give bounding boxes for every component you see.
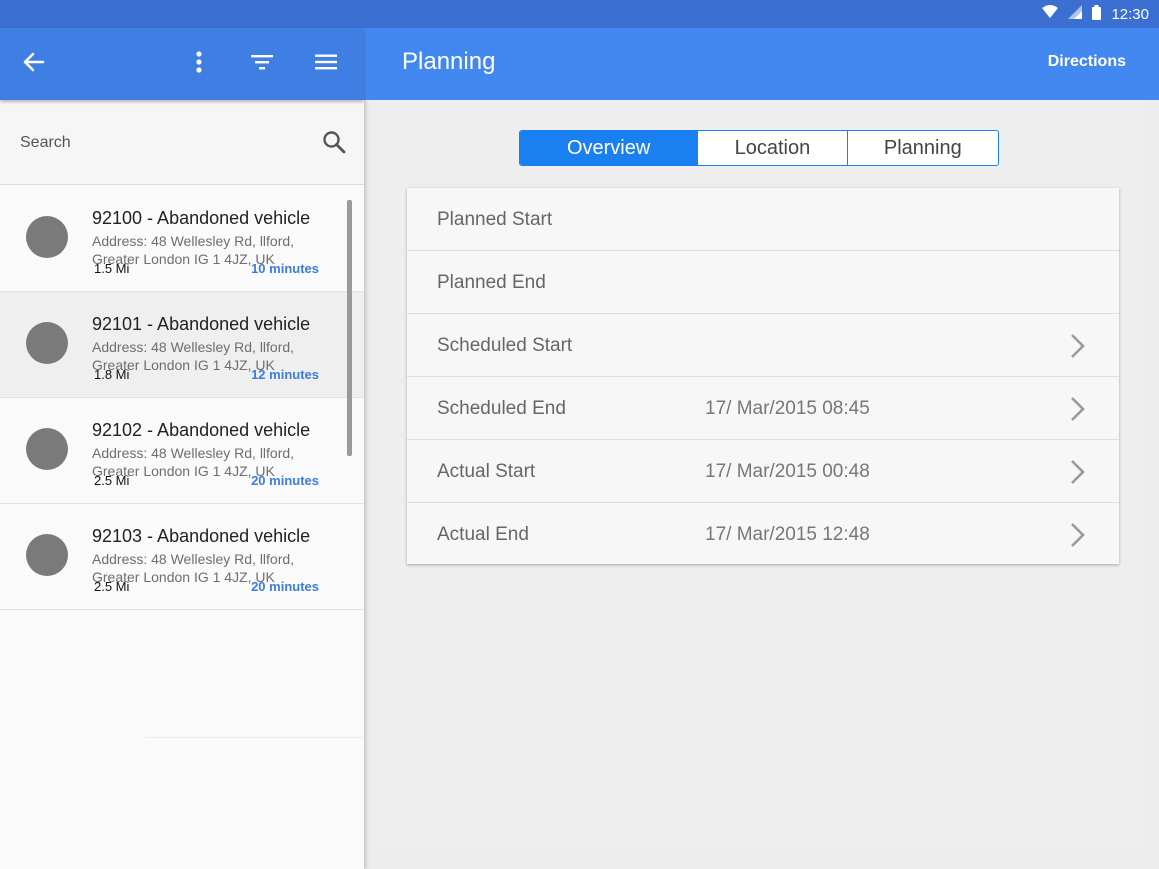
detail-row-scheduled-start[interactable]: Scheduled Start [407, 314, 1119, 377]
detail-row-actual-start[interactable]: Actual Start 17/ Mar/2015 00:48 [407, 440, 1119, 503]
menu-icon [315, 54, 337, 75]
chevron-right-icon[interactable] [1070, 522, 1086, 548]
detail-row-planned-end: Planned End [407, 251, 1119, 314]
item-distance: 1.5 Mi [94, 261, 130, 276]
search-icon [322, 131, 346, 158]
item-time: 12 minutes [251, 367, 319, 382]
list-item[interactable]: 92100 - Abandoned vehicle Address: 48 We… [0, 186, 364, 292]
status-time: 12:30 [1111, 5, 1149, 23]
segmented-tabs: Overview Location Planning [519, 130, 999, 166]
wifi-icon [1042, 5, 1059, 23]
directions-button[interactable]: Directions [1048, 28, 1126, 96]
more-vert-icon [196, 50, 202, 78]
item-title: 92103 - Abandoned vehicle [92, 526, 311, 546]
back-arrow-icon [23, 52, 45, 77]
chevron-right-icon[interactable] [1070, 459, 1086, 485]
incident-list: 92100 - Abandoned vehicle Address: 48 We… [0, 186, 364, 610]
detail-row-actual-end[interactable]: Actual End 17/ Mar/2015 12:48 [407, 503, 1119, 566]
planning-details-card: Planned Start Planned End Scheduled Star… [407, 188, 1119, 564]
row-label: Planned Start [437, 209, 553, 230]
chevron-right-icon[interactable] [1070, 333, 1086, 359]
right-app-bar: Planning Directions [364, 28, 1159, 100]
row-label: Scheduled End [437, 398, 566, 419]
list-item[interactable]: 92101 - Abandoned vehicle Address: 48 We… [0, 292, 364, 398]
left-app-bar [0, 28, 364, 100]
menu-button[interactable] [304, 28, 348, 100]
status-bar: 12:30 [0, 0, 1159, 28]
more-options-button[interactable] [177, 28, 221, 100]
filter-button[interactable] [240, 28, 284, 100]
row-label: Scheduled Start [437, 335, 573, 356]
item-time: 20 minutes [251, 579, 319, 594]
list-scrollbar[interactable] [347, 200, 352, 456]
avatar [26, 216, 68, 258]
item-distance: 2.5 Mi [94, 579, 130, 594]
status-icons: 12:30 [1042, 0, 1149, 28]
avatar [26, 428, 68, 470]
search-button[interactable] [322, 130, 350, 158]
signal-icon [1068, 5, 1083, 23]
tab-planning[interactable]: Planning [848, 131, 998, 165]
detail-row-scheduled-end[interactable]: Scheduled End 17/ Mar/2015 08:45 [407, 377, 1119, 440]
avatar [26, 322, 68, 364]
list-item[interactable]: 92103 - Abandoned vehicle Address: 48 We… [0, 504, 364, 610]
detail-row-planned-start: Planned Start [407, 188, 1119, 251]
search-input[interactable] [20, 130, 300, 156]
back-button[interactable] [12, 28, 56, 100]
item-time: 10 minutes [251, 261, 319, 276]
row-label: Actual End [437, 524, 529, 545]
row-label: Actual Start [437, 461, 536, 482]
filter-icon [251, 54, 273, 75]
tab-location[interactable]: Location [698, 131, 848, 165]
row-value: 17/ Mar/2015 00:48 [705, 461, 870, 482]
avatar [26, 534, 68, 576]
row-value: 17/ Mar/2015 12:48 [705, 524, 870, 545]
item-time: 20 minutes [251, 473, 319, 488]
battery-icon [1092, 4, 1102, 24]
item-distance: 1.8 Mi [94, 367, 130, 382]
search-bar [0, 100, 364, 185]
row-label: Planned End [437, 272, 546, 293]
item-title: 92100 - Abandoned vehicle [92, 208, 311, 228]
item-distance: 2.5 Mi [94, 473, 130, 488]
page-title: Planning [402, 48, 496, 75]
item-title: 92102 - Abandoned vehicle [92, 420, 311, 440]
list-item[interactable]: 92102 - Abandoned vehicle Address: 48 We… [0, 398, 364, 504]
tab-overview[interactable]: Overview [520, 131, 699, 165]
sidebar: 92100 - Abandoned vehicle Address: 48 We… [0, 100, 364, 869]
row-value: 17/ Mar/2015 08:45 [705, 398, 870, 419]
divider [145, 737, 364, 738]
chevron-right-icon[interactable] [1070, 396, 1086, 422]
item-title: 92101 - Abandoned vehicle [92, 314, 311, 334]
